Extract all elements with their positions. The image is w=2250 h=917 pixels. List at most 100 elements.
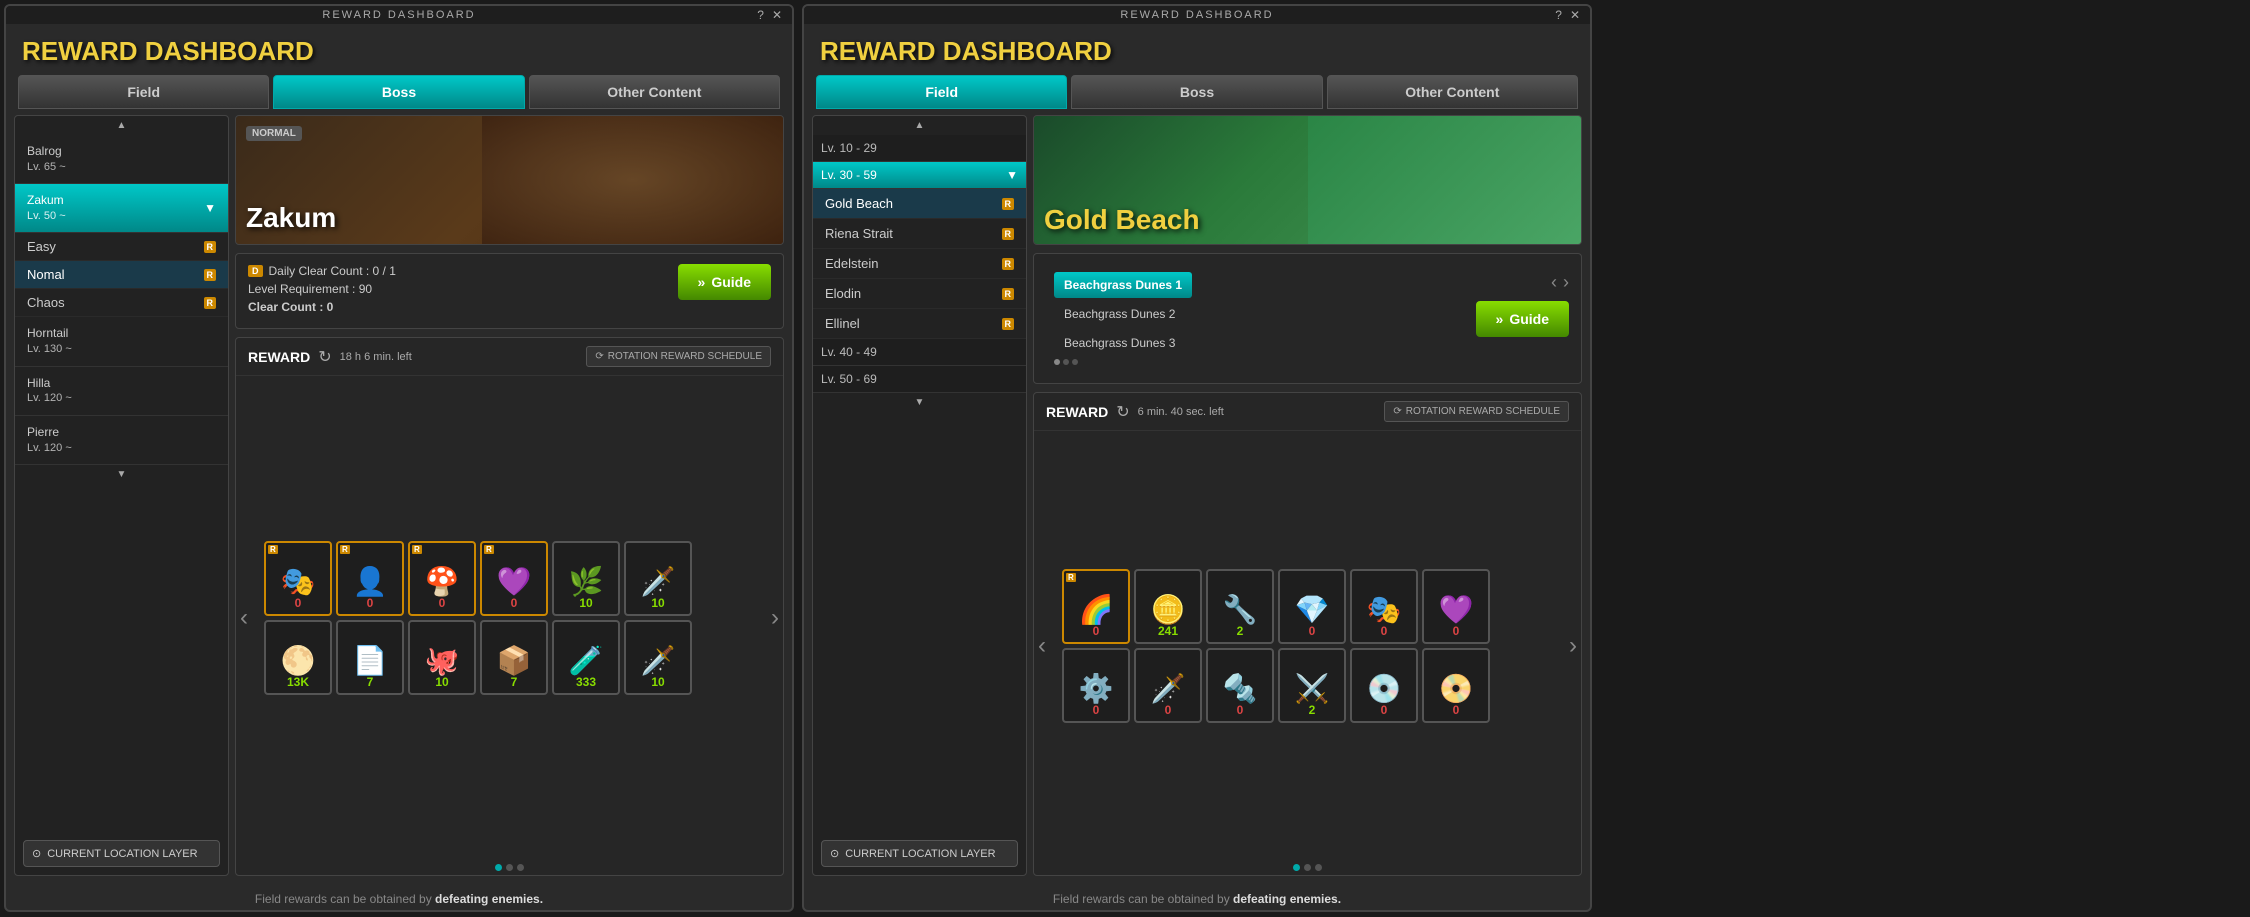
title-bar-text-2: REWARD DASHBOARD [1120,9,1273,21]
reward2-item-8: 🔩 0 [1206,648,1274,723]
field-item-edelstein[interactable]: Edelstein R [813,249,1026,279]
boss-item-pierre[interactable]: Pierre Lv. 120 ~ [15,416,228,465]
guide-button-1[interactable]: » Guide [678,264,771,300]
boss-info-header-1: D Daily Clear Count : 0 / 1 Level Requir… [248,264,771,318]
reward2-item-7: 🗡️ 0 [1134,648,1202,723]
boss-item-balrog[interactable]: Balrog Lv. 65 ~ [15,135,228,184]
boss-banner-1: NORMAL Zakum [236,116,783,244]
location-icon-2: ⊙ [830,847,839,860]
sub-area-3[interactable]: Beachgrass Dunes 3 [1054,330,1192,356]
help-icon-1[interactable]: ? [757,8,766,22]
reward-prev-2[interactable]: ‹ [1034,632,1050,660]
tabs-1: Field Boss Other Content [6,75,792,109]
difficulty-easy[interactable]: Easy R [15,233,228,261]
guide-arrow-icon-1: » [698,274,706,290]
tab-boss-2[interactable]: Boss [1071,75,1322,109]
field-name-2: Gold Beach [1044,204,1200,236]
reward2-item-9: ⚔️ 2 [1278,648,1346,723]
reward-prev-1[interactable]: ‹ [236,604,252,632]
scroll-up-2[interactable]: ▲ [813,116,1026,135]
level-group-50-69[interactable]: Lv. 50 - 69 [813,366,1026,393]
reward-header-2: REWARD ↻ 6 min. 40 sec. left ⟳ ROTATION … [1034,393,1581,431]
d-badge-1: D [248,265,263,277]
reward-grid-1: R 🎭 0 R 👤 0 R 🍄 0 [252,533,767,703]
current-location-btn-2[interactable]: ⊙ CURRENT LOCATION LAYER [821,840,1018,867]
reward2-item-1: 🪙 241 [1134,569,1202,644]
boss-info-1: D Daily Clear Count : 0 / 1 Level Requir… [235,253,784,329]
content-area-1: ▲ Balrog Lv. 65 ~ Zakum Lv. 50 ~ ▼ Easy … [6,115,792,884]
reward-nav-1: ‹ R 🎭 0 R 👤 0 R [236,376,783,860]
field-right-info-2: Beachgrass Dunes 1 Beachgrass Dunes 2 Be… [1046,264,1569,373]
subarea-next-2[interactable]: › [1563,272,1569,293]
reward-timer-2: 6 min. 40 sec. left [1138,406,1224,418]
reward-header-1: REWARD ↻ 18 h 6 min. left ⟳ ROTATION REW… [236,338,783,376]
reward-title-2: REWARD [1046,404,1108,420]
field-item-riena[interactable]: Riena Strait R [813,219,1026,249]
field-item-goldbeach[interactable]: Gold Beach R [813,189,1026,219]
title-bar-1: REWARD DASHBOARD ? ✕ [6,6,792,24]
scroll-up-1[interactable]: ▲ [15,116,228,135]
rotation-btn-1[interactable]: ⟳ ROTATION REWARD SCHEDULE [586,346,771,367]
level-group-40-49[interactable]: Lv. 40 - 49 [813,339,1026,366]
sub-area-list-2: Beachgrass Dunes 1 Beachgrass Dunes 2 Be… [1046,264,1200,373]
rotation-icon-1: ⟳ [595,351,603,362]
title-bar-text-1: REWARD DASHBOARD [322,9,475,21]
boss-image-1 [482,116,783,244]
reward-next-1[interactable]: › [767,604,783,632]
dashboard-title-1: REWARD DASHBOARD [6,24,792,75]
reward-item-4: 🌿 10 [552,541,620,616]
close-icon-2[interactable]: ✕ [1570,8,1582,22]
reward-item-3: R 💜 0 [480,541,548,616]
reward2-item-6: ⚙️ 0 [1062,648,1130,723]
reward-item-11: 🗡️ 10 [624,620,692,695]
tab-boss-1[interactable]: Boss [273,75,524,109]
reward-next-2[interactable]: › [1565,632,1581,660]
daily-clear-row: D Daily Clear Count : 0 / 1 [248,264,396,278]
field-info-2: Beachgrass Dunes 1 Beachgrass Dunes 2 Be… [1033,253,1582,384]
tab-field-2[interactable]: Field [816,75,1067,109]
subarea-prev-2[interactable]: ‹ [1551,272,1557,293]
tab-other-2[interactable]: Other Content [1327,75,1578,109]
boss-name-1: Zakum [246,202,336,234]
field-item-ellinel[interactable]: Ellinel R [813,309,1026,339]
reward-item-7: 📄 7 [336,620,404,695]
guide-button-2[interactable]: » Guide [1476,301,1569,337]
footer-1: Field rewards can be obtained by defeati… [6,884,792,910]
boss-item-zakum[interactable]: Zakum Lv. 50 ~ ▼ [15,184,228,233]
boss-item-horntail[interactable]: Horntail Lv. 130 ~ [15,317,228,366]
difficulty-normal[interactable]: Nomal R [15,261,228,289]
riena-badge: R [1002,228,1015,240]
ellinel-badge: R [1002,318,1015,330]
help-icon-2[interactable]: ? [1555,8,1564,22]
sub-area-1[interactable]: Beachgrass Dunes 1 [1054,272,1192,298]
reward-item-5: 🗡️ 10 [624,541,692,616]
level-group-10-29[interactable]: Lv. 10 - 29 [813,135,1026,162]
tab-other-1[interactable]: Other Content [529,75,780,109]
reward-item-6: 🌕 13K [264,620,332,695]
dashboard-panel-1: REWARD DASHBOARD ? ✕ REWARD DASHBOARD Fi… [4,4,794,912]
level-group-30-59[interactable]: Lv. 30 - 59 ▼ [813,162,1026,189]
content-area-2: ▲ Lv. 10 - 29 Lv. 30 - 59 ▼ Gold Beach R… [804,115,1590,884]
field-item-elodin[interactable]: Elodin R [813,279,1026,309]
current-location-btn-1[interactable]: ⊙ CURRENT LOCATION LAYER [23,840,220,867]
right-panel-1: NORMAL Zakum D Daily Clear Count : 0 / 1… [235,115,784,876]
sub-area-dots-2 [1054,359,1192,365]
goldbeach-badge: R [1002,198,1015,210]
rotation-btn-2[interactable]: ⟳ ROTATION REWARD SCHEDULE [1384,401,1569,422]
sub-area-2[interactable]: Beachgrass Dunes 2 [1054,301,1192,327]
elodin-badge: R [1002,288,1015,300]
reward2-item-5: 💜 0 [1422,569,1490,644]
scroll-down-1[interactable]: ▼ [15,465,228,484]
rotation-icon-2: ⟳ [1393,406,1401,417]
location-icon-1: ⊙ [32,847,41,860]
field-header-2: Gold Beach [1033,115,1582,245]
reward-dots-1 [236,860,783,875]
tab-field-1[interactable]: Field [18,75,269,109]
close-icon-1[interactable]: ✕ [772,8,784,22]
boss-item-hilla[interactable]: Hilla Lv. 120 ~ [15,367,228,416]
chaos-badge: R [204,297,217,309]
reward2-item-0: R 🌈 0 [1062,569,1130,644]
scroll-down-2[interactable]: ▼ [813,393,1026,412]
difficulty-chaos[interactable]: Chaos R [15,289,228,317]
reward-item-10: 🧪 333 [552,620,620,695]
